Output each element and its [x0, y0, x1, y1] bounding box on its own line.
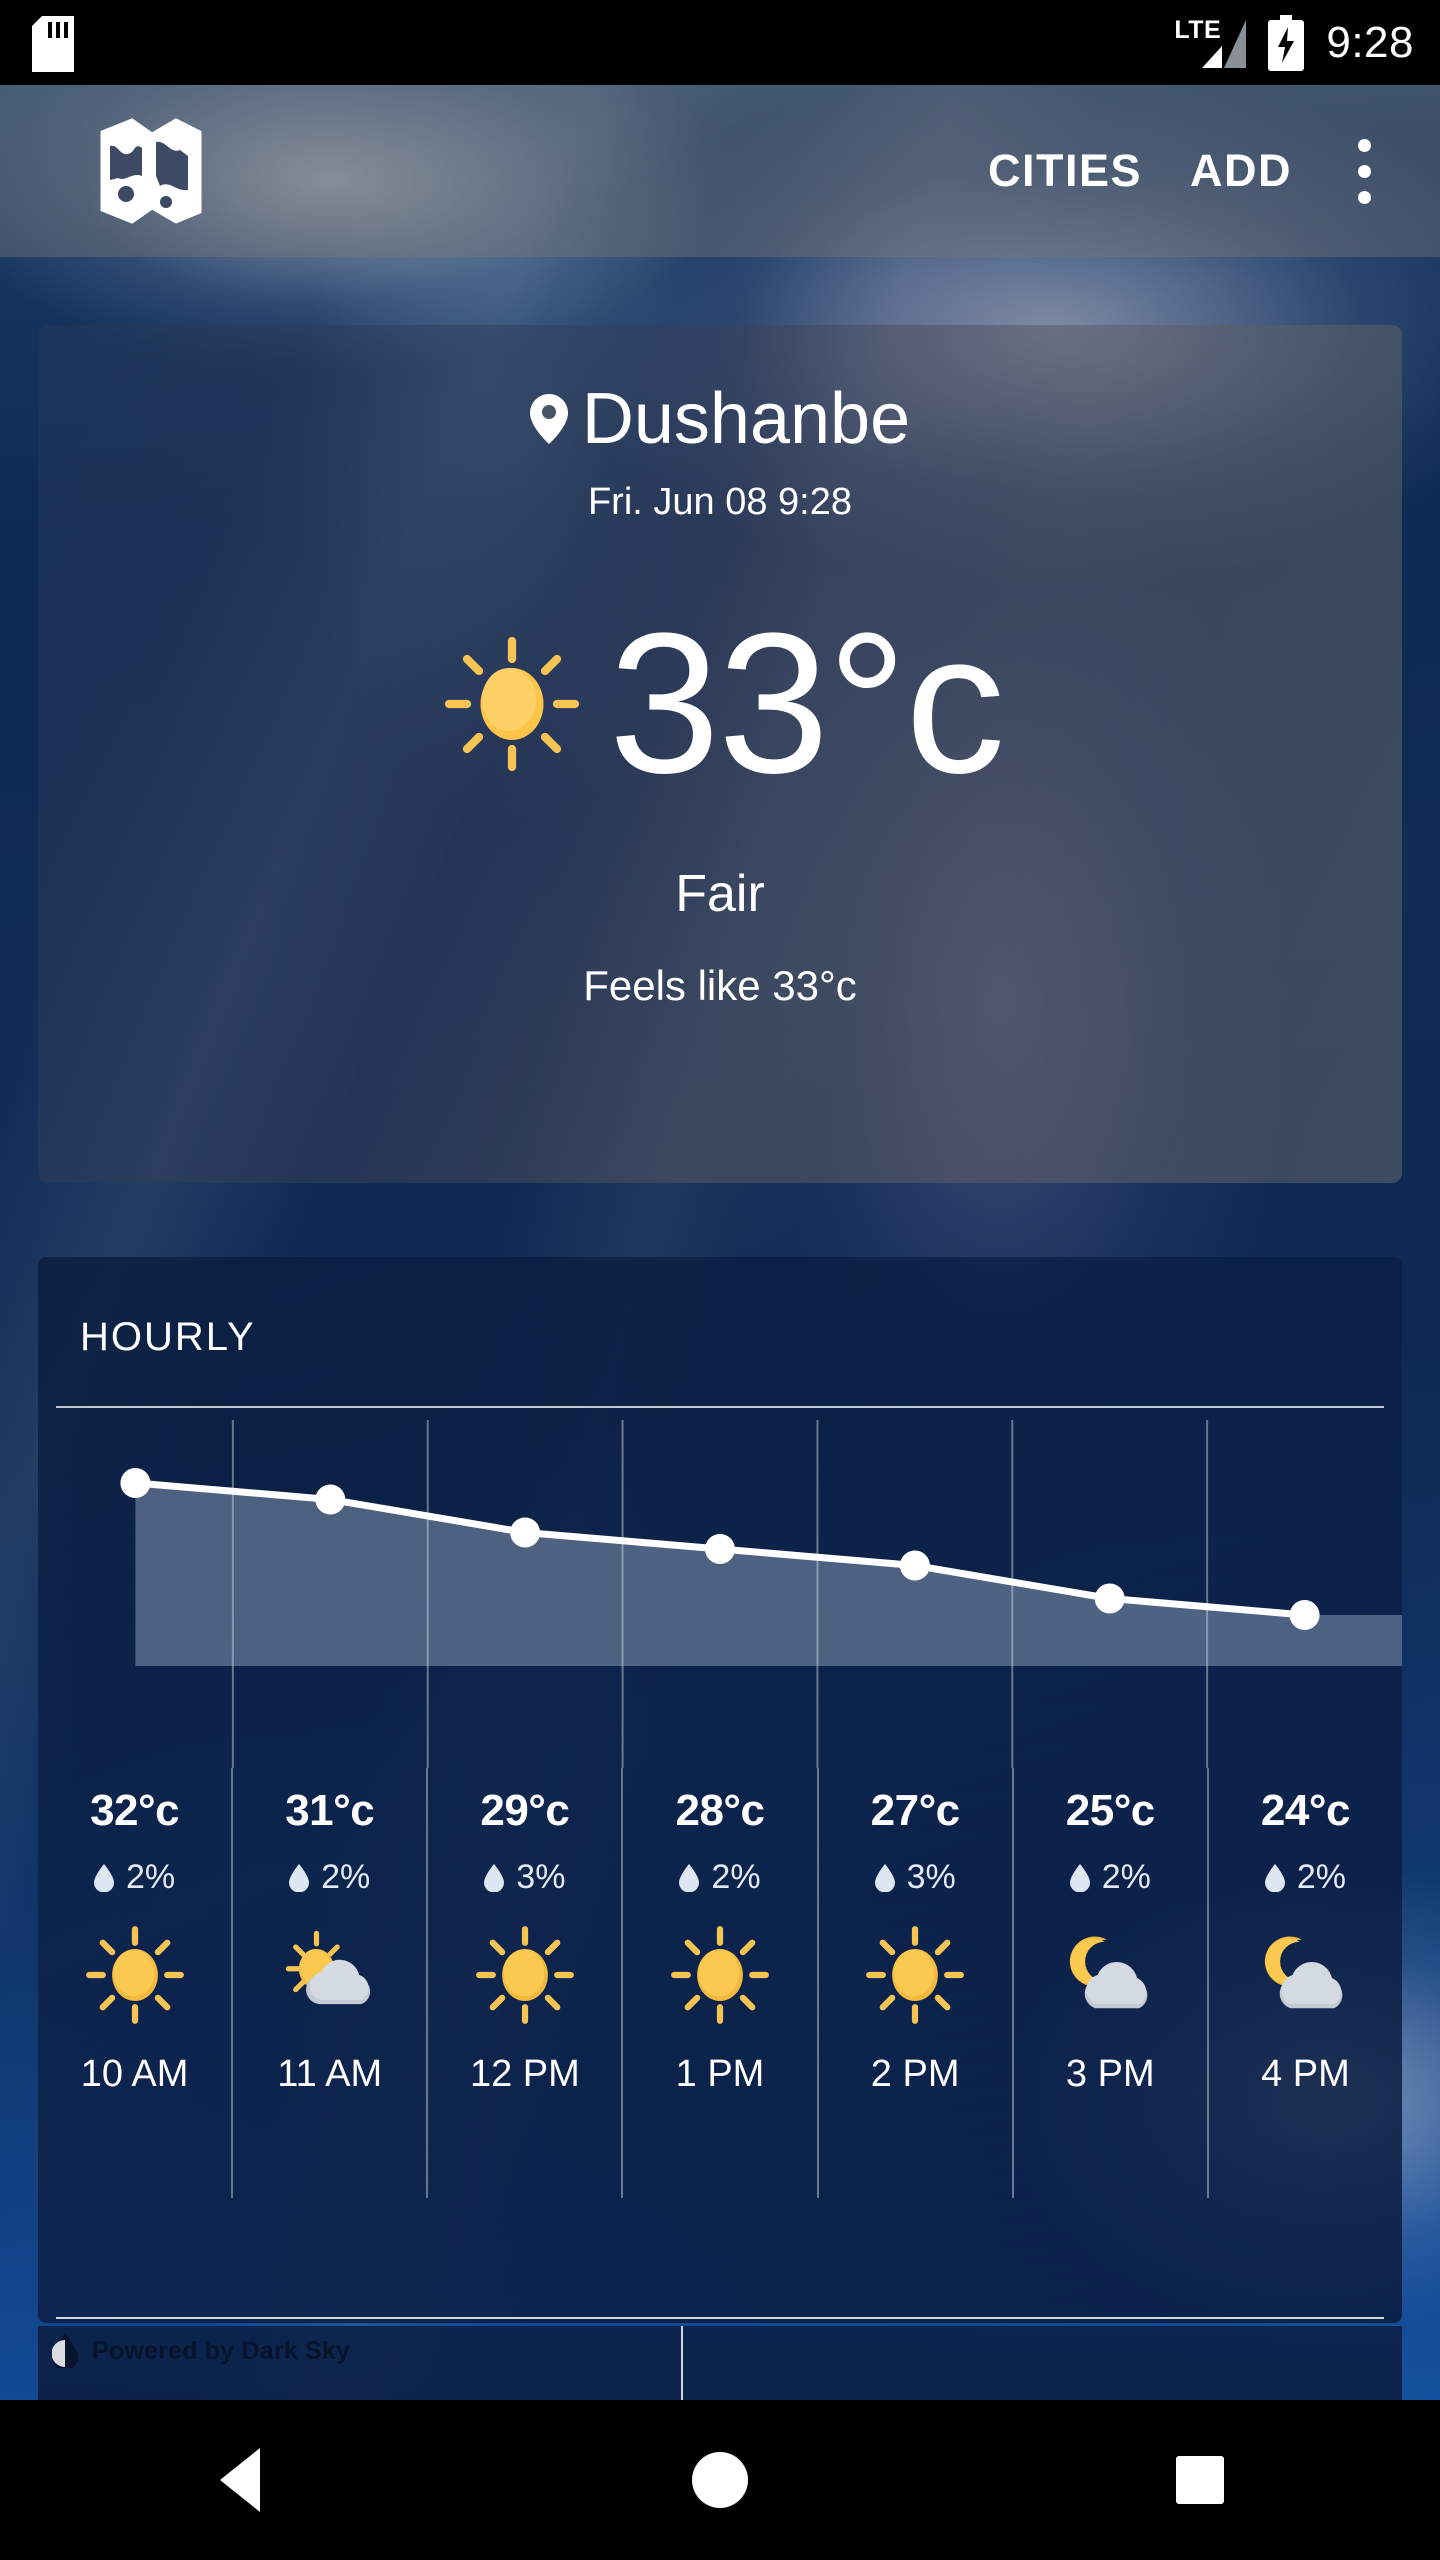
current-condition: Fair	[675, 865, 765, 923]
hourly-precip-value: 2%	[1296, 1858, 1346, 1896]
hourly-precip-value: 2%	[1101, 1858, 1151, 1896]
overflow-menu-icon[interactable]	[1316, 116, 1412, 226]
hourly-hour-label: 11 AM	[277, 2053, 383, 2095]
hourly-temp: 29°c	[480, 1786, 570, 1835]
add-button[interactable]: ADD	[1166, 145, 1316, 197]
sun-icon	[671, 1926, 769, 2024]
city-row: Dushanbe	[38, 383, 1402, 455]
hourly-precipitation: 3%	[484, 1858, 565, 1897]
overflow-dot	[1357, 190, 1371, 204]
status-indicators: LTE 9:28	[1174, 0, 1414, 85]
sun-icon	[444, 636, 579, 772]
battery-charging-icon	[1268, 14, 1305, 71]
signal-bars-icon	[1202, 19, 1247, 68]
precipitation-drop-icon	[484, 1863, 505, 1892]
hourly-precipitation: 2%	[1264, 1858, 1346, 1897]
hourly-column[interactable]: 25°c 2% 3 PM	[1011, 1768, 1207, 2198]
precipitation-drop-icon	[1069, 1863, 1090, 1892]
sun-icon	[475, 1926, 574, 2024]
hourly-column[interactable]: 31°c 2% 11 AM	[231, 1768, 426, 2198]
hourly-column[interactable]: 24°c 2% 4 PM	[1206, 1768, 1402, 2198]
app-bar: CITIES ADD	[0, 85, 1440, 257]
status-bar: LTE 9:28	[0, 0, 1440, 85]
network-indicator: LTE	[1174, 14, 1247, 72]
app-bar-actions: CITIES ADD	[964, 116, 1440, 226]
back-button[interactable]	[150, 2400, 330, 2560]
hourly-precipitation: 2%	[94, 1858, 175, 1897]
feels-like: Feels like 33°c	[583, 962, 857, 1009]
hourly-bottom-divider	[56, 2317, 1384, 2319]
hourly-precipitation: 3%	[874, 1858, 956, 1897]
sun-icon	[85, 1926, 184, 2024]
location-pin-icon	[529, 394, 568, 444]
attribution-text: Powered by Dark Sky	[92, 2336, 351, 2365]
chart-svg	[120, 1420, 1402, 1768]
overflow-dot	[1357, 138, 1371, 152]
hourly-card: HOURLY 32°c 2% 10 AM 31°c 2% 11 AM 29°c …	[38, 1257, 1402, 2323]
temperature-row: 33°c	[38, 604, 1402, 804]
moon-cloud-icon	[1265, 1936, 1343, 2009]
map-icon[interactable]	[96, 116, 206, 226]
phone-screen: LTE 9:28 CITIES ADD Dushanbe Fri. Jun 08…	[0, 0, 1440, 2560]
city-name: Dushanbe	[581, 379, 911, 459]
sun-icon	[866, 1926, 965, 2024]
hourly-column[interactable]: 27°c 3% 2 PM	[816, 1768, 1012, 2198]
hourly-precip-value: 2%	[126, 1858, 176, 1896]
hourly-column[interactable]: 32°c 2% 10 AM	[38, 1768, 231, 2198]
cities-button[interactable]: CITIES	[964, 145, 1166, 197]
attribution-footer[interactable]: Powered by Dark Sky	[52, 2334, 350, 2368]
current-datetime: Fri. Jun 08 9:28	[587, 481, 853, 523]
hourly-precipitation: 2%	[289, 1858, 370, 1897]
hourly-temp: 31°c	[285, 1786, 375, 1835]
precipitation-drop-icon	[94, 1863, 114, 1892]
moon-cloud-icon	[1070, 1936, 1148, 2009]
hourly-precip-value: 3%	[906, 1858, 956, 1896]
hourly-hour-label: 2 PM	[870, 2053, 960, 2095]
hourly-columns: 32°c 2% 10 AM 31°c 2% 11 AM 29°c 3% 12 PM 2…	[38, 1768, 1402, 2198]
sd-card-icon	[32, 16, 74, 72]
sun-cloud-icon	[285, 1930, 370, 2005]
home-button[interactable]	[630, 2400, 810, 2560]
precipitation-drop-icon	[289, 1863, 310, 1892]
current-temperature: 33°c	[608, 592, 1005, 815]
overflow-dot	[1357, 164, 1371, 178]
hourly-title: HOURLY	[80, 1315, 256, 1359]
precipitation-drop-icon	[874, 1863, 895, 1892]
hourly-temp: 24°c	[1260, 1786, 1351, 1835]
hourly-precip-value: 2%	[711, 1858, 761, 1896]
water-drop-icon	[52, 2334, 78, 2368]
hourly-hour-label: 1 PM	[675, 2053, 765, 2095]
hourly-temp: 27°c	[870, 1786, 961, 1835]
status-clock: 9:28	[1326, 17, 1414, 67]
hourly-temperature-chart	[38, 1408, 1402, 1768]
hourly-hour-label: 4 PM	[1261, 2053, 1350, 2095]
hourly-temp: 32°c	[90, 1786, 180, 1835]
hourly-hour-label: 12 PM	[469, 2053, 580, 2095]
recents-square-icon	[1176, 2456, 1224, 2504]
precipitation-drop-icon	[679, 1863, 700, 1892]
hourly-hour-label: 10 AM	[80, 2053, 189, 2095]
hourly-precip-value: 2%	[321, 1858, 371, 1896]
hourly-precip-value: 3%	[516, 1858, 566, 1896]
hourly-precipitation: 2%	[1069, 1858, 1151, 1897]
android-nav-bar	[0, 2400, 1440, 2560]
current-weather-card[interactable]: Dushanbe Fri. Jun 08 9:28 33°c Fair Feel…	[38, 325, 1402, 1183]
hourly-precipitation: 2%	[679, 1858, 761, 1897]
recents-button[interactable]	[1110, 2400, 1290, 2560]
home-circle-icon	[692, 2452, 748, 2508]
hourly-column[interactable]: 28°c 2% 1 PM	[621, 1768, 816, 2198]
precipitation-drop-icon	[1264, 1863, 1285, 1892]
back-triangle-icon	[220, 2448, 260, 2512]
hourly-column[interactable]: 29°c 3% 12 PM	[426, 1768, 621, 2198]
hourly-temp: 28°c	[675, 1786, 765, 1835]
hourly-temp: 25°c	[1065, 1786, 1156, 1835]
hourly-hour-label: 3 PM	[1065, 2053, 1155, 2095]
